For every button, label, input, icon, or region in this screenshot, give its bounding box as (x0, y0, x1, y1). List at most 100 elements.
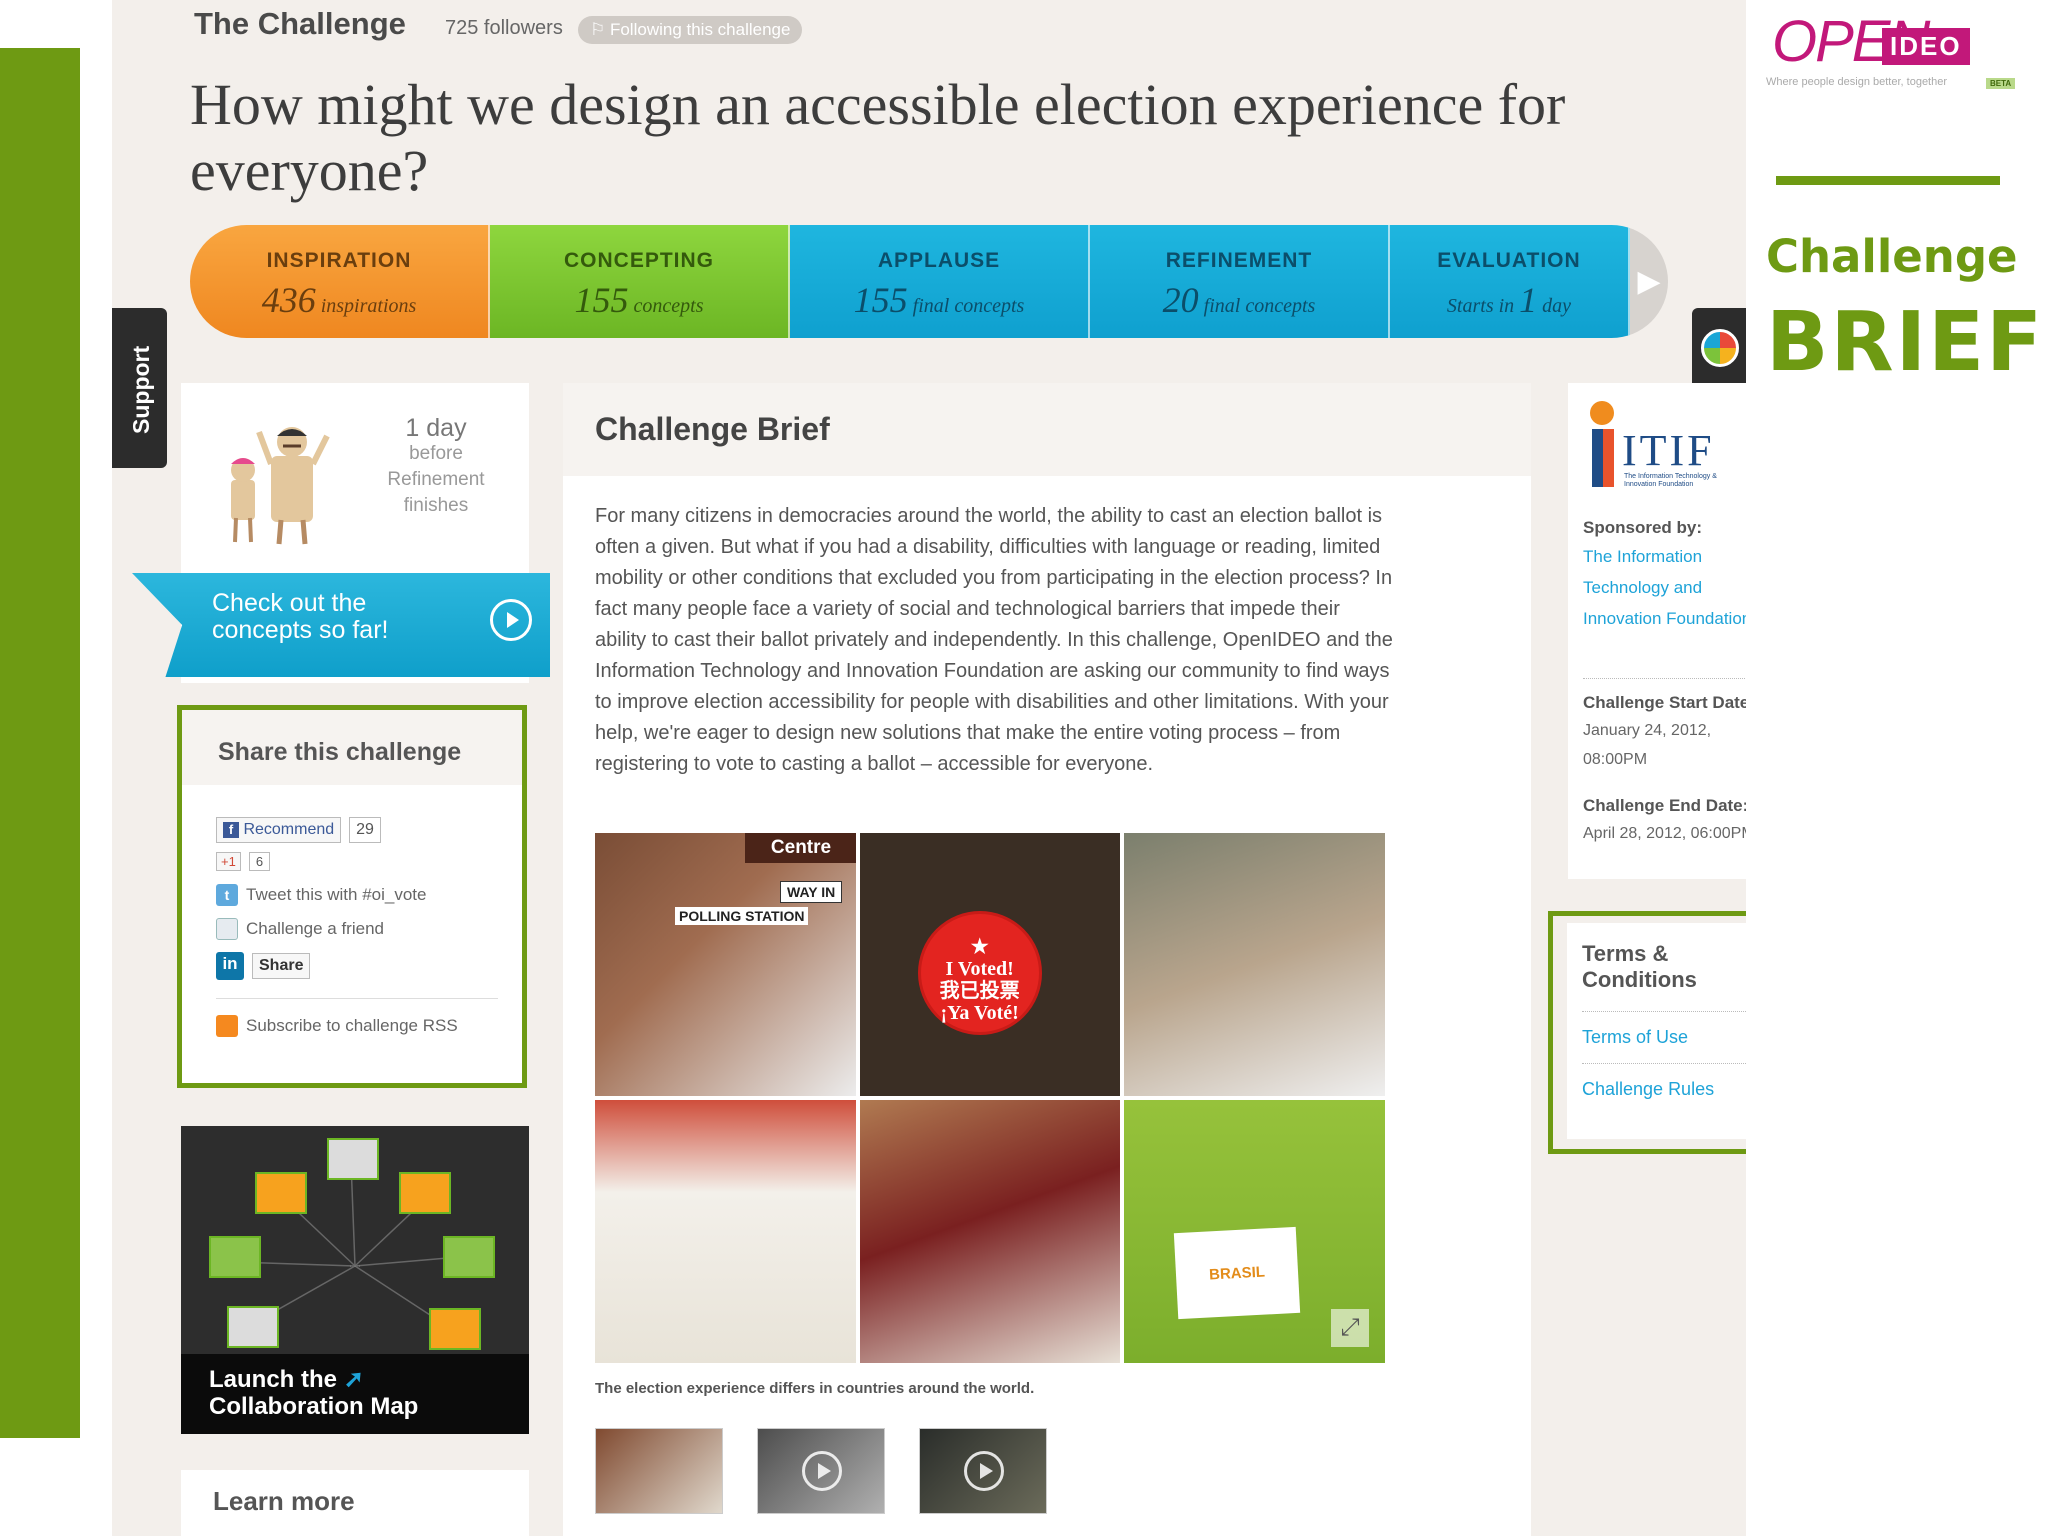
svg-text:· · ·: · · · (350, 1263, 361, 1270)
email-label: Challenge a friend (246, 919, 384, 938)
terms-card: Terms & Conditions Terms of Use Challeng… (1567, 923, 1746, 1139)
voted-line: 我已投票 (939, 980, 1020, 1002)
facebook-recommend-button: f Recommend (216, 817, 342, 843)
phase-applause[interactable]: APPLAUSE 155 final concepts (790, 225, 1090, 338)
support-tab[interactable]: Support (112, 308, 167, 468)
sponsor-divider (1583, 678, 1746, 679)
photo-soldier-ballot (1124, 833, 1385, 1096)
photo-voting-booths (595, 1100, 856, 1363)
start-date-value: January 24, 2012, 08:00PM (1583, 722, 1712, 768)
rss-label: Subscribe to challenge RSS (246, 1016, 458, 1035)
end-date-value: April 28, 2012, 06:00PM (1583, 825, 1746, 842)
phase-inspiration[interactable]: INSPIRATION 436 inspirations (190, 225, 490, 338)
map-node (227, 1306, 279, 1348)
challenge-brief: Challenge Brief For many citizens in dem… (563, 383, 1531, 1536)
terms-divider (1582, 1011, 1746, 1012)
twitter-icon: t (216, 884, 238, 906)
phase-count: 436 (261, 280, 316, 320)
share-divider (216, 998, 498, 999)
arrow-icon: ➚ (343, 1366, 364, 1393)
rss-icon (216, 1015, 238, 1037)
slide-right-panel: OPEN IDEO Where people design better, to… (1746, 0, 2048, 1536)
envelope-icon (216, 918, 238, 940)
phase-count-prefix: Starts in (1446, 295, 1515, 317)
challenge-rules-link[interactable]: Challenge Rules (1582, 1079, 1714, 1100)
brief-body: For many citizens in democracies around … (595, 505, 1393, 775)
terms-of-use-link[interactable]: Terms of Use (1582, 1027, 1688, 1048)
media-thumbnails (595, 1428, 1047, 1514)
thumbnail-video[interactable] (757, 1428, 885, 1514)
beta-badge: BETA (1986, 78, 2016, 89)
phase-count-label: day (1542, 295, 1572, 317)
countdown-line: Refinement (387, 469, 485, 490)
learn-more-section[interactable]: Learn more (181, 1470, 529, 1536)
phase-concepting[interactable]: CONCEPTING 155 concepts (490, 225, 790, 338)
follow-button[interactable]: ⚐ Following this challenge (578, 16, 803, 44)
chevron-right-icon: ▶ (1637, 265, 1661, 298)
phase-count: 1 (1519, 280, 1538, 320)
share-challenge-panel: Share this challenge f Recommend 29 +1 6… (177, 705, 527, 1088)
map-node (443, 1236, 495, 1278)
phase-count: 20 (1162, 280, 1199, 320)
thumbnail-photo[interactable] (595, 1428, 723, 1514)
recommend-label: Recommend (243, 821, 335, 838)
voted-line: ¡Ya Voté! (940, 1002, 1019, 1024)
recommend-count: 29 (349, 817, 381, 843)
terms-panel: Terms & Conditions Terms of Use Challeng… (1548, 911, 1746, 1154)
collab-line: Collaboration Map (209, 1393, 419, 1420)
collaboration-map-card[interactable]: · · · Launch the ➚ Collaboration Map (181, 1126, 529, 1434)
characters-illustration (231, 427, 330, 545)
photo-voted-sticker: ★ I Voted! 我已投票 ¡Ya Voté! (859, 833, 1121, 1096)
tweet-label: Tweet this with #oi_vote (246, 885, 427, 904)
phase-count-label: concepts (633, 295, 704, 317)
phase-evaluation[interactable]: EVALUATION Starts in 1 day (1390, 225, 1630, 338)
tweet-link[interactable]: t Tweet this with #oi_vote (216, 884, 426, 906)
map-node (429, 1308, 481, 1350)
phase-name: INSPIRATION (266, 249, 412, 272)
phase-name: CONCEPTING (563, 249, 714, 272)
slide-heading-brief: BRIEF (1766, 295, 2045, 390)
brief-title: Challenge Brief (563, 383, 1531, 476)
phase-name: EVALUATION (1437, 249, 1581, 272)
email-friend-link[interactable]: Challenge a friend (216, 918, 384, 940)
countdown-line: before (409, 443, 463, 464)
terms-divider (1582, 1063, 1746, 1064)
countdown-days: 1 day (405, 414, 467, 442)
google-plus-one[interactable]: +1 6 (216, 852, 271, 871)
photo-poll-workers (859, 1100, 1121, 1363)
phase-next-arrow[interactable]: ▶ (1630, 225, 1668, 338)
countdown-line: finishes (403, 495, 469, 516)
phase-count: 155 (574, 280, 629, 320)
play-icon (802, 1451, 842, 1491)
countdown-text: 1 day before Refinement finishes (371, 415, 501, 519)
phase-refinement[interactable]: REFINEMENT 20 final concepts (1090, 225, 1390, 338)
gplus-count: 6 (248, 852, 271, 871)
color-wheel-button[interactable] (1692, 308, 1746, 388)
sponsor-link[interactable]: The Information Technology and Innovatio… (1583, 541, 1746, 634)
logo-ideo: IDEO (1882, 28, 1970, 65)
follow-button-label: Following this challenge (609, 20, 791, 39)
logo-tagline: Where people design better, together (1766, 76, 1948, 88)
photo-collage[interactable]: Centre WAY IN POLLING STATION ★ I Voted!… (595, 833, 1385, 1363)
slide-green-bar (0, 48, 80, 1438)
terms-title: Terms & Conditions (1582, 941, 1697, 992)
start-date-label: Challenge Start Date: (1583, 693, 1746, 712)
brasil-sign: BRASIL (1174, 1226, 1301, 1320)
linkedin-share[interactable]: in Share (216, 952, 311, 980)
share-title: Share this challenge (182, 710, 522, 785)
map-node (209, 1236, 261, 1278)
rss-subscribe-link[interactable]: Subscribe to challenge RSS (216, 1015, 458, 1037)
facebook-recommend[interactable]: f Recommend 29 (216, 817, 381, 843)
phase-name: APPLAUSE (877, 249, 1001, 272)
openideo-logo: OPEN IDEO Where people design better, to… (1766, 8, 2022, 90)
thumbnail-video[interactable] (919, 1428, 1047, 1514)
facebook-icon: f (223, 822, 239, 838)
support-tab-label: Support (128, 345, 154, 434)
itif-logo[interactable]: ITIF The Information Technology & Innova… (1588, 401, 1738, 491)
check-concepts-banner[interactable]: Check out the concepts so far! (132, 573, 550, 677)
centre-sign: Centre (745, 833, 856, 863)
challenge-question: How might we design an accessible electi… (190, 72, 1566, 203)
banner-text: Check out the concepts so far! (212, 590, 388, 644)
gplus-label: +1 (221, 854, 236, 869)
linkedin-share-label: Share (252, 953, 311, 979)
